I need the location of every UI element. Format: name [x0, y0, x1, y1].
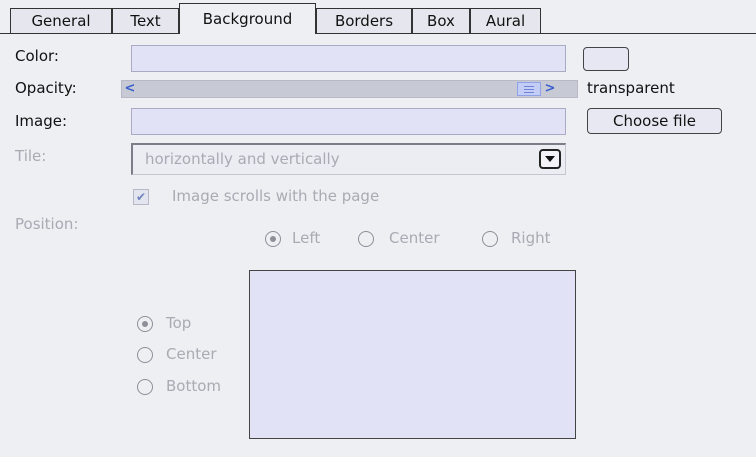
radio-center-vertical[interactable] — [137, 347, 153, 363]
radio-top[interactable] — [137, 316, 153, 332]
tile-label: Tile: — [15, 147, 47, 165]
radio-right-label: Right — [511, 229, 551, 247]
color-field[interactable] — [131, 45, 566, 72]
image-label: Image: — [15, 112, 68, 130]
radio-bottom-label: Bottom — [166, 377, 222, 395]
opacity-value: transparent — [587, 79, 675, 97]
radio-center-horizontal[interactable] — [358, 231, 374, 247]
radio-bottom[interactable] — [137, 379, 153, 395]
slider-left-arrow-icon[interactable]: < — [122, 81, 138, 97]
color-input[interactable] — [132, 46, 565, 71]
tab-divider — [0, 33, 756, 34]
choose-file-button[interactable]: Choose file — [587, 108, 722, 134]
slider-thumb[interactable] — [517, 82, 541, 96]
dropdown-arrow-icon[interactable] — [539, 149, 561, 169]
opacity-label: Opacity: — [15, 79, 77, 97]
tab-aural[interactable]: Aural — [470, 8, 541, 33]
image-input[interactable] — [132, 109, 565, 134]
tab-borders[interactable]: Borders — [316, 8, 412, 33]
radio-top-label: Top — [166, 314, 192, 332]
tab-background[interactable]: Background — [179, 3, 316, 34]
tab-box[interactable]: Box — [412, 8, 470, 33]
tab-bar: General Text Background Borders Box Aura… — [0, 0, 756, 38]
image-field[interactable] — [131, 108, 566, 135]
radio-center-horizontal-label: Center — [389, 229, 440, 247]
tile-selected-value: horizontally and vertically — [145, 150, 340, 168]
opacity-slider[interactable]: < > — [121, 80, 578, 98]
tile-select[interactable]: horizontally and vertically — [131, 143, 566, 175]
slider-right-arrow-icon[interactable]: > — [542, 81, 558, 97]
tab-general[interactable]: General — [10, 8, 112, 33]
radio-left-label: Left — [292, 229, 321, 247]
radio-right[interactable] — [482, 231, 498, 247]
color-swatch-button[interactable] — [583, 47, 629, 71]
position-label: Position: — [15, 215, 79, 233]
tab-text[interactable]: Text — [112, 8, 179, 33]
scroll-checkbox[interactable]: ✔ — [133, 189, 149, 205]
color-label: Color: — [15, 47, 59, 65]
scroll-checkbox-label: Image scrolls with the page — [172, 187, 380, 205]
radio-left[interactable] — [265, 231, 281, 247]
radio-center-vertical-label: Center — [166, 345, 217, 363]
position-preview — [249, 270, 576, 439]
